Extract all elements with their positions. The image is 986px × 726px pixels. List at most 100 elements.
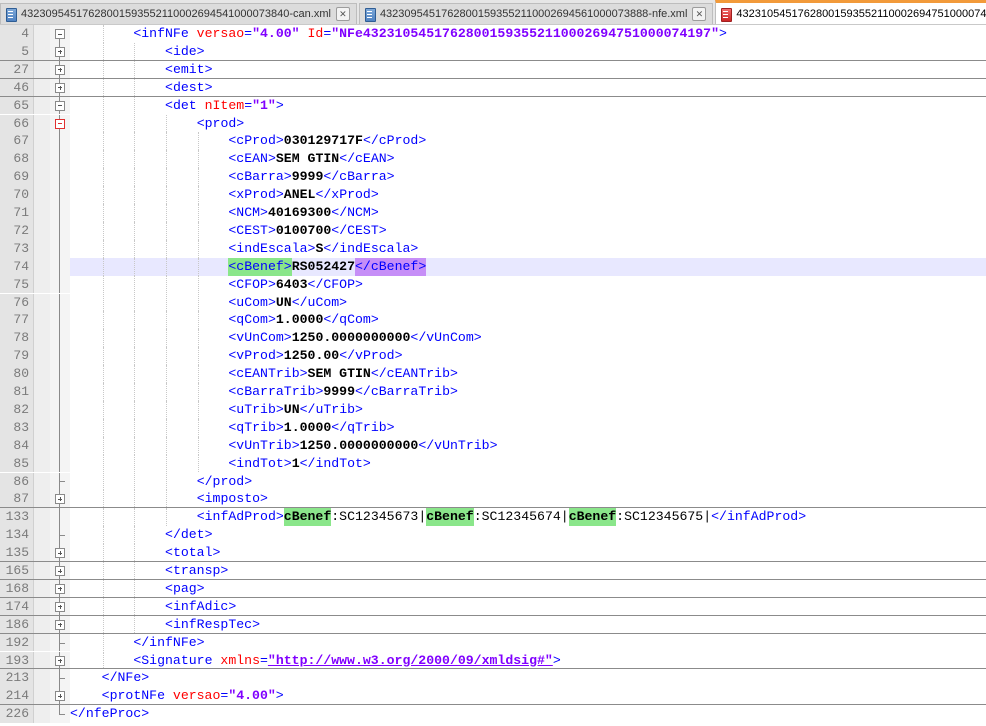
bookmark-margin[interactable]: [34, 60, 50, 78]
code-line[interactable]: 135 <total>: [0, 544, 986, 562]
bookmark-margin[interactable]: [34, 221, 50, 240]
code-line[interactable]: 168 <pag>: [0, 579, 986, 598]
bookmark-margin[interactable]: [34, 96, 50, 115]
code-line[interactable]: 214 <protNFe versao="4.00">: [0, 687, 986, 706]
close-tab-icon[interactable]: ✕: [335, 7, 350, 21]
code-line[interactable]: 27 <emit>: [0, 60, 986, 79]
code-line[interactable]: 165 <transp>: [0, 562, 986, 580]
bookmark-margin[interactable]: [34, 418, 50, 437]
code-line[interactable]: 76 <uCom>UN</uCom>: [0, 293, 986, 312]
bookmark-margin[interactable]: [34, 204, 50, 222]
bookmark-margin[interactable]: [34, 365, 50, 383]
code-text[interactable]: <infNFe versao="4.00" Id="NFe43231054517…: [70, 25, 986, 43]
bookmark-margin[interactable]: [34, 257, 50, 276]
code-text[interactable]: <ide>: [70, 42, 986, 60]
code-text[interactable]: <cEANTrib>SEM GTIN</cEANTrib>: [70, 365, 986, 383]
code-text[interactable]: <infAdic>: [70, 597, 986, 615]
fold-margin[interactable]: [50, 490, 70, 508]
bookmark-margin[interactable]: [34, 508, 50, 527]
code-line[interactable]: 78 <vUnCom>1250.0000000000</vUnCom>: [0, 329, 986, 348]
code-line[interactable]: 72 <CEST>0100700</CEST>: [0, 221, 986, 240]
code-line[interactable]: 87 <imposto>: [0, 490, 986, 509]
code-text[interactable]: <indEscala>S</indEscala>: [70, 239, 986, 258]
code-line[interactable]: 193 <Signature xmlns="http://www.w3.org/2…: [0, 651, 986, 670]
code-line[interactable]: 85 <indTot>1</indTot>: [0, 454, 986, 473]
bookmark-margin[interactable]: [34, 42, 50, 60]
code-line[interactable]: 74 <cBenef>RS052427</cBenef>: [0, 257, 986, 276]
bookmark-margin[interactable]: [34, 526, 50, 545]
fold-margin[interactable]: [50, 562, 70, 579]
code-text[interactable]: <indTot>1</indTot>: [70, 454, 986, 473]
code-line[interactable]: 192 </infNFe>: [0, 633, 986, 652]
bookmark-margin[interactable]: [34, 150, 50, 169]
code-line[interactable]: 80 <cEANTrib>SEM GTIN</cEANTrib>: [0, 365, 986, 383]
code-line[interactable]: 69 <cBarra>9999</cBarra>: [0, 168, 986, 187]
code-text[interactable]: <dest>: [70, 78, 986, 96]
xml-editor[interactable]: 4 <infNFe versao="4.00" Id="NFe4323105451…: [0, 25, 986, 726]
code-line[interactable]: 81 <cBarraTrib>9999</cBarraTrib>: [0, 383, 986, 401]
bookmark-margin[interactable]: [34, 329, 50, 348]
bookmark-margin[interactable]: [34, 705, 50, 724]
code-line[interactable]: 83 <qTrib>1.0000</qTrib>: [0, 418, 986, 437]
code-line[interactable]: 77 <qCom>1.0000</qCom>: [0, 311, 986, 330]
code-text[interactable]: <cProd>030129717F</cProd>: [70, 132, 986, 151]
code-text[interactable]: </NFe>: [70, 669, 986, 687]
code-text[interactable]: <protNFe versao="4.00">: [70, 687, 986, 704]
code-line[interactable]: 79 <vProd>1250.00</vProd>: [0, 347, 986, 366]
code-line[interactable]: 134 </det>: [0, 526, 986, 545]
code-line[interactable]: 213 </NFe>: [0, 669, 986, 688]
close-tab-icon[interactable]: ✕: [692, 7, 707, 21]
code-line[interactable]: 71 <NCM>40169300</NCM>: [0, 204, 986, 222]
code-text[interactable]: <cBarraTrib>9999</cBarraTrib>: [70, 383, 986, 401]
bookmark-margin[interactable]: [34, 114, 50, 133]
code-text[interactable]: <Signature xmlns="http://www.w3.org/2000…: [70, 651, 986, 669]
fold-margin[interactable]: [50, 597, 70, 615]
fold-margin[interactable]: [50, 687, 70, 705]
tab-file-2[interactable]: 4323095451762800159355211000269456100007…: [358, 3, 714, 24]
code-text[interactable]: <uCom>UN</uCom>: [70, 293, 986, 312]
code-line[interactable]: 186 <infRespTec>: [0, 615, 986, 634]
code-text[interactable]: <infAdProd>cBenef:SC12345673|cBenef:SC12…: [70, 508, 986, 527]
bookmark-margin[interactable]: [34, 25, 50, 43]
bookmark-margin[interactable]: [34, 562, 50, 579]
fold-margin[interactable]: [50, 78, 70, 96]
code-line[interactable]: 174 <infAdic>: [0, 597, 986, 616]
code-text[interactable]: <imposto>: [70, 490, 986, 508]
bookmark-margin[interactable]: [34, 311, 50, 330]
bookmark-margin[interactable]: [34, 132, 50, 151]
code-line[interactable]: 46 <dest>: [0, 78, 986, 97]
bookmark-margin[interactable]: [34, 275, 50, 294]
code-text[interactable]: </infNFe>: [70, 633, 986, 652]
bookmark-margin[interactable]: [34, 597, 50, 615]
bookmark-margin[interactable]: [34, 293, 50, 312]
code-text[interactable]: </det>: [70, 526, 986, 545]
bookmark-margin[interactable]: [34, 633, 50, 652]
code-line[interactable]: 4 <infNFe versao="4.00" Id="NFe4323105451…: [0, 25, 986, 43]
code-text[interactable]: <det nItem="1">: [70, 96, 986, 115]
fold-margin[interactable]: [50, 544, 70, 561]
code-text[interactable]: <vUnCom>1250.0000000000</vUnCom>: [70, 329, 986, 348]
fold-margin[interactable]: [50, 60, 70, 78]
code-text[interactable]: <CEST>0100700</CEST>: [70, 221, 986, 240]
code-line[interactable]: 82 <uTrib>UN</uTrib>: [0, 400, 986, 419]
code-line[interactable]: 133 <infAdProd>cBenef:SC12345673|cBenef:S…: [0, 508, 986, 527]
fold-margin[interactable]: [50, 96, 70, 115]
code-text[interactable]: <uTrib>UN</uTrib>: [70, 400, 986, 419]
fold-margin[interactable]: [50, 42, 70, 60]
code-text[interactable]: <qCom>1.0000</qCom>: [70, 311, 986, 330]
tab-file-3[interactable]: 4323105451762800159355211000269475100007…: [715, 0, 986, 24]
code-text[interactable]: </prod>: [70, 472, 986, 491]
fold-margin[interactable]: [50, 114, 70, 133]
bookmark-margin[interactable]: [34, 579, 50, 597]
bookmark-margin[interactable]: [34, 186, 50, 204]
code-text[interactable]: <pag>: [70, 579, 986, 597]
code-text[interactable]: <qTrib>1.0000</qTrib>: [70, 418, 986, 437]
bookmark-margin[interactable]: [34, 383, 50, 401]
bookmark-margin[interactable]: [34, 400, 50, 419]
code-line[interactable]: 65 <det nItem="1">: [0, 96, 986, 115]
bookmark-margin[interactable]: [34, 472, 50, 491]
code-line[interactable]: 5 <ide>: [0, 42, 986, 61]
bookmark-margin[interactable]: [34, 78, 50, 96]
code-line[interactable]: 226 </nfeProc>: [0, 705, 986, 724]
code-line[interactable]: 68 <cEAN>SEM GTIN</cEAN>: [0, 150, 986, 169]
